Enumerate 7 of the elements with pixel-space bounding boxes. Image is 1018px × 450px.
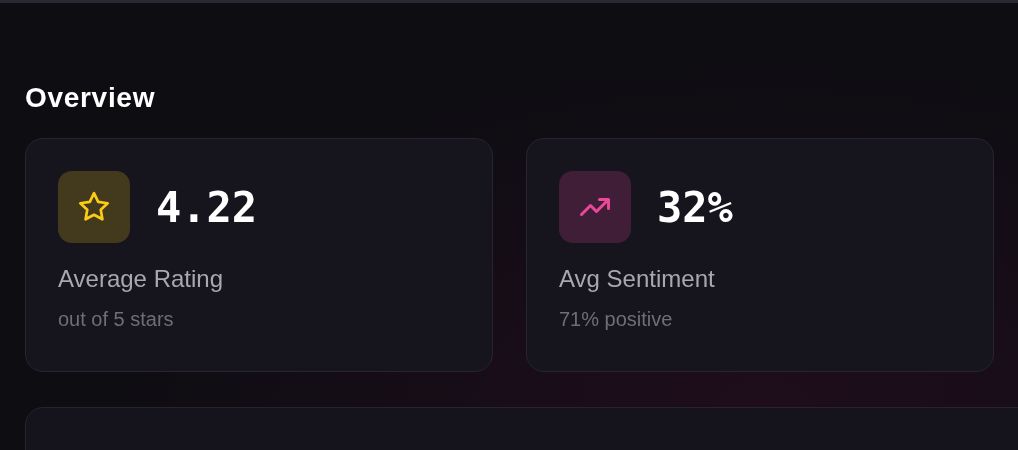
- stat-note: 71% positive: [559, 307, 674, 332]
- stat-label: Avg Sentiment: [559, 264, 716, 294]
- stat-label: Average Rating: [58, 264, 224, 294]
- stat-value: 4.22: [156, 181, 258, 234]
- section-title: Overview: [25, 81, 157, 115]
- stat-value: 32%: [657, 181, 733, 234]
- stat-note: out of 5 stars: [58, 307, 175, 332]
